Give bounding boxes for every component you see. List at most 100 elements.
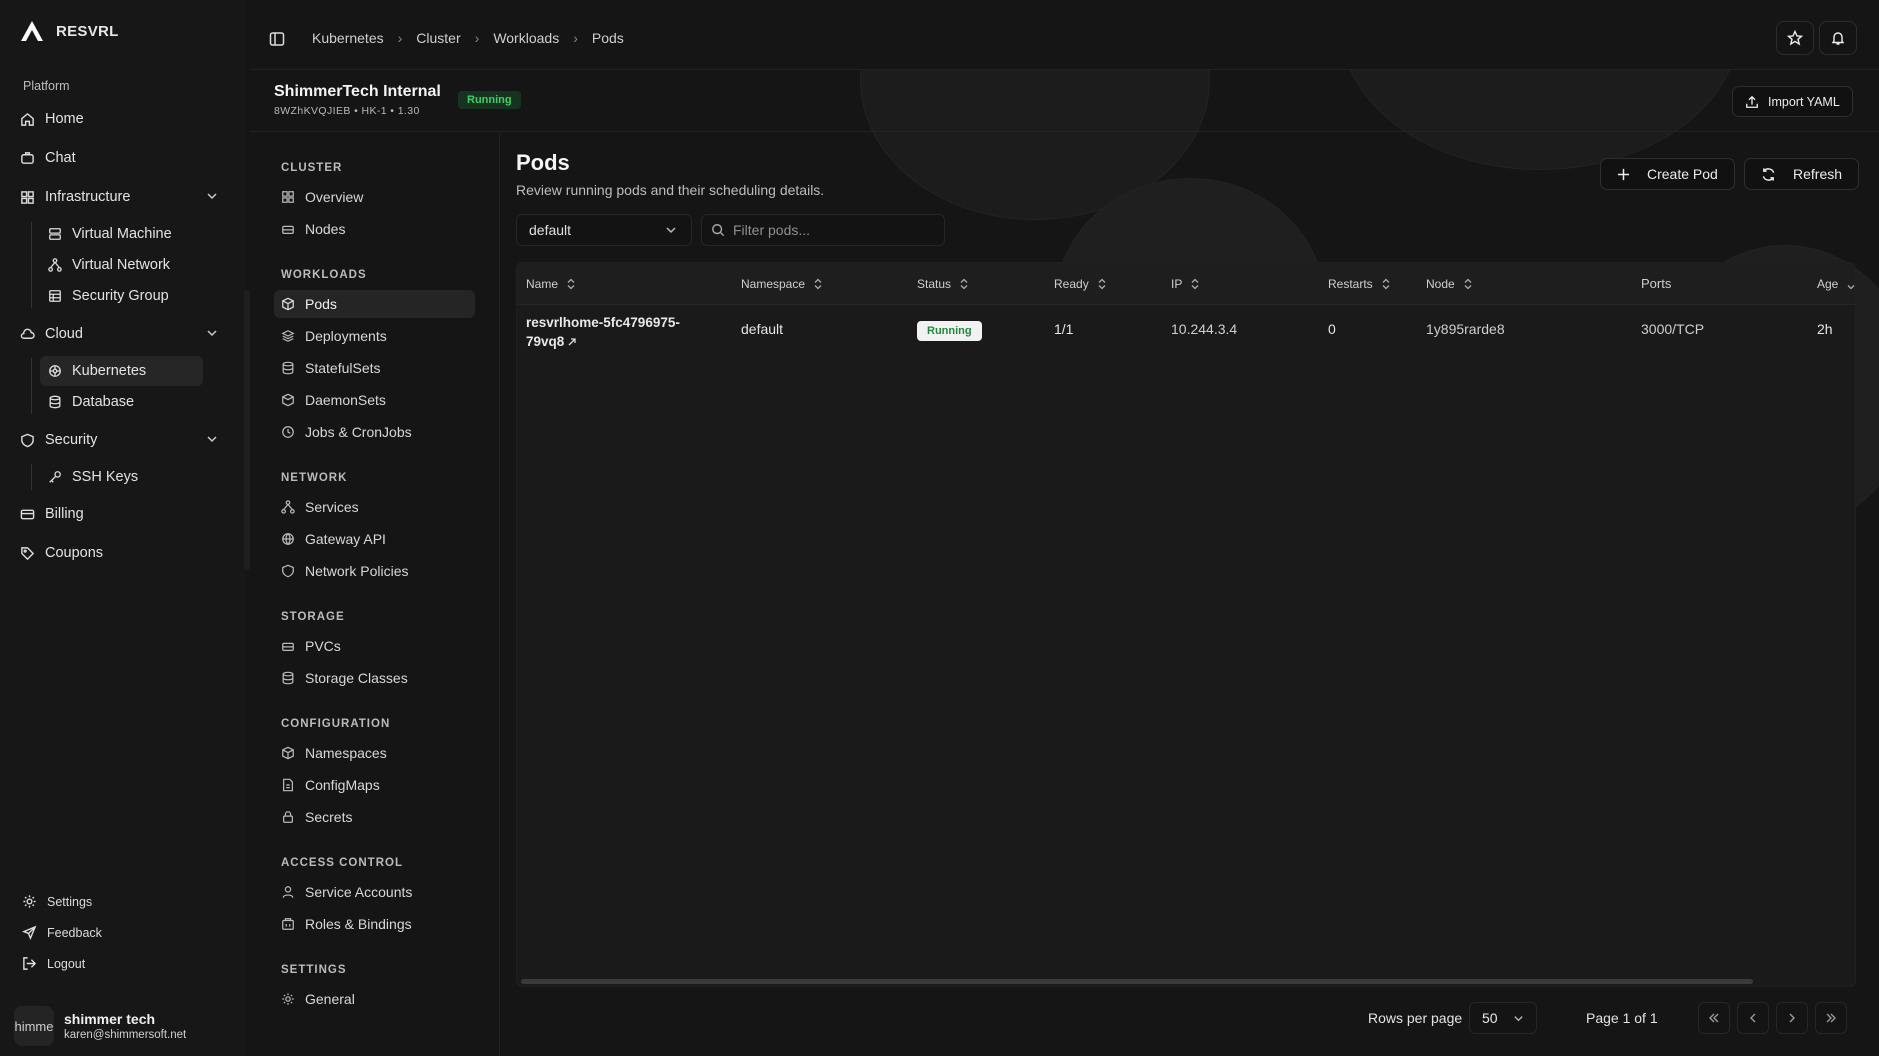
subnav-group-configuration: CONFIGURATION xyxy=(281,718,391,730)
feedback-label: Feedback xyxy=(47,925,102,940)
subnav-label: ConfigMaps xyxy=(305,777,380,793)
sidebar-item-virtual-machine[interactable]: Virtual Machine xyxy=(40,219,203,249)
subnav-label: Overview xyxy=(305,189,364,205)
notifications-button[interactable] xyxy=(1819,21,1857,55)
sort-icon xyxy=(1381,278,1391,290)
subnav-item-storage-classes[interactable]: Storage Classes xyxy=(274,664,475,692)
submenu-guide xyxy=(31,358,32,414)
col-header-ip[interactable]: IP xyxy=(1171,277,1200,291)
sidebar-item-security-group[interactable]: Security Group xyxy=(40,281,203,311)
namespace-select[interactable]: default xyxy=(516,214,692,246)
subnav-item-nodes[interactable]: Nodes xyxy=(274,215,475,243)
sidebar-toggle-icon xyxy=(269,31,285,47)
rows-per-page-select[interactable]: 50 xyxy=(1469,1002,1537,1034)
col-header-node[interactable]: Node xyxy=(1426,277,1473,291)
subnav-item-roles-bindings[interactable]: Roles & Bindings xyxy=(274,910,475,938)
user-profile[interactable]: himme shimmer tech karen@shimmersoft.net xyxy=(14,1006,186,1046)
subnav-item-configmaps[interactable]: ConfigMaps xyxy=(274,771,475,799)
drive-icon xyxy=(281,222,295,236)
breadcrumb-pods[interactable]: Pods xyxy=(592,30,624,46)
subnav-item-secrets[interactable]: Secrets xyxy=(274,803,475,831)
favorite-button[interactable] xyxy=(1776,21,1814,55)
horizontal-scrollbar[interactable] xyxy=(521,979,1753,984)
submenu-guide xyxy=(31,464,32,490)
filter-pods-field[interactable] xyxy=(701,214,945,246)
subnav-item-network-policies[interactable]: Network Policies xyxy=(274,557,475,585)
rows-per-page-label: Rows per page xyxy=(1368,1010,1463,1026)
last-page-button[interactable] xyxy=(1815,1002,1847,1034)
sidebar-item-infrastructure[interactable]: Infrastructure xyxy=(20,182,225,212)
sidebar-item-ssh-keys[interactable]: SSH Keys xyxy=(40,462,203,492)
settings-link[interactable]: Settings xyxy=(22,894,92,909)
brand[interactable]: RESVRL xyxy=(20,20,119,42)
card-icon xyxy=(20,507,35,522)
col-label: Node xyxy=(1426,277,1455,291)
sidebar-item-security[interactable]: Security xyxy=(20,425,225,455)
import-yaml-button[interactable]: Import YAML xyxy=(1732,86,1853,117)
subnav-item-namespaces[interactable]: Namespaces xyxy=(274,739,475,767)
breadcrumb-workloads[interactable]: Workloads xyxy=(493,30,559,46)
subnav-label: Roles & Bindings xyxy=(305,916,412,932)
subnav-item-overview[interactable]: Overview xyxy=(274,183,475,211)
col-header-age[interactable]: Age xyxy=(1817,277,1855,291)
upload-icon xyxy=(1745,95,1759,109)
breadcrumb-cluster[interactable]: Cluster xyxy=(416,30,460,46)
home-icon xyxy=(20,112,35,127)
namespace-select-value: default xyxy=(529,222,572,238)
cluster-name: ShimmerTech Internal xyxy=(274,83,441,100)
sidebar-item-chat[interactable]: Chat xyxy=(20,143,76,173)
col-header-ready[interactable]: Ready xyxy=(1054,277,1107,291)
subnav-item-pvcs[interactable]: PVCs xyxy=(274,632,475,660)
subnav-item-statefulsets[interactable]: StatefulSets xyxy=(274,354,475,382)
next-page-button[interactable] xyxy=(1776,1002,1808,1034)
subnav-item-daemonsets[interactable]: DaemonSets xyxy=(274,386,475,414)
database-icon xyxy=(281,361,295,375)
sidebar-item-billing[interactable]: Billing xyxy=(20,499,84,529)
breadcrumb-kubernetes[interactable]: Kubernetes xyxy=(312,30,384,46)
lock-icon xyxy=(281,810,295,824)
layers-icon xyxy=(281,329,295,343)
toggle-sidebar-button[interactable] xyxy=(258,22,296,56)
create-pod-button[interactable]: Create Pod xyxy=(1600,158,1735,190)
first-page-button[interactable] xyxy=(1698,1002,1730,1034)
sidebar-item-home[interactable]: Home xyxy=(20,104,84,134)
building-icon xyxy=(281,917,295,931)
logout-link[interactable]: Logout xyxy=(22,956,85,971)
sidebar-item-label: Coupons xyxy=(45,545,104,561)
import-yaml-label: Import YAML xyxy=(1768,94,1840,109)
cell-ready: 1/1 xyxy=(1054,321,1074,337)
subnav-group-access-control: ACCESS CONTROL xyxy=(281,857,403,869)
prev-page-button[interactable] xyxy=(1737,1002,1769,1034)
chevron-down-icon[interactable] xyxy=(206,433,218,445)
col-header-status[interactable]: Status xyxy=(917,277,969,291)
sidebar-item-kubernetes[interactable]: Kubernetes xyxy=(40,356,203,386)
subnav-item-deployments[interactable]: Deployments xyxy=(274,322,475,350)
cell-age: 2h xyxy=(1817,321,1833,337)
sidebar-item-virtual-network[interactable]: Virtual Network xyxy=(40,250,203,280)
subnav-label: Secrets xyxy=(305,809,353,825)
table-header: Name Namespace Status Ready IP Restarts … xyxy=(517,263,1855,305)
feedback-link[interactable]: Feedback xyxy=(22,925,102,940)
chevron-down-icon[interactable] xyxy=(206,327,218,339)
status-badge: Running xyxy=(917,321,982,341)
pod-name-link[interactable]: resvrlhome-5fc4796975- 79vq8 xyxy=(526,313,680,351)
page-subtitle: Review running pods and their scheduling… xyxy=(516,182,825,198)
refresh-button[interactable]: Refresh xyxy=(1744,158,1860,190)
col-label: Ready xyxy=(1054,277,1089,291)
subnav-item-jobs-cronjobs[interactable]: Jobs & CronJobs xyxy=(274,418,475,446)
chevrons-right-icon xyxy=(1825,1012,1837,1024)
col-header-restarts[interactable]: Restarts xyxy=(1328,277,1391,291)
sidebar-item-cloud[interactable]: Cloud xyxy=(20,319,225,349)
subnav-label: DaemonSets xyxy=(305,392,386,408)
subnav-item-pods[interactable]: Pods xyxy=(274,290,475,318)
chevron-down-icon[interactable] xyxy=(206,190,218,202)
sidebar-item-coupons[interactable]: Coupons xyxy=(20,538,103,568)
subnav-item-gateway-api[interactable]: Gateway API xyxy=(274,525,475,553)
subnav-item-general[interactable]: General xyxy=(274,985,475,1013)
col-header-namespace[interactable]: Namespace xyxy=(741,277,823,291)
subnav-item-services[interactable]: Services xyxy=(274,493,475,521)
filter-pods-input[interactable] xyxy=(733,222,933,238)
col-header-name[interactable]: Name xyxy=(526,277,576,291)
sidebar-item-database[interactable]: Database xyxy=(40,387,203,417)
subnav-item-service-accounts[interactable]: Service Accounts xyxy=(274,878,475,906)
